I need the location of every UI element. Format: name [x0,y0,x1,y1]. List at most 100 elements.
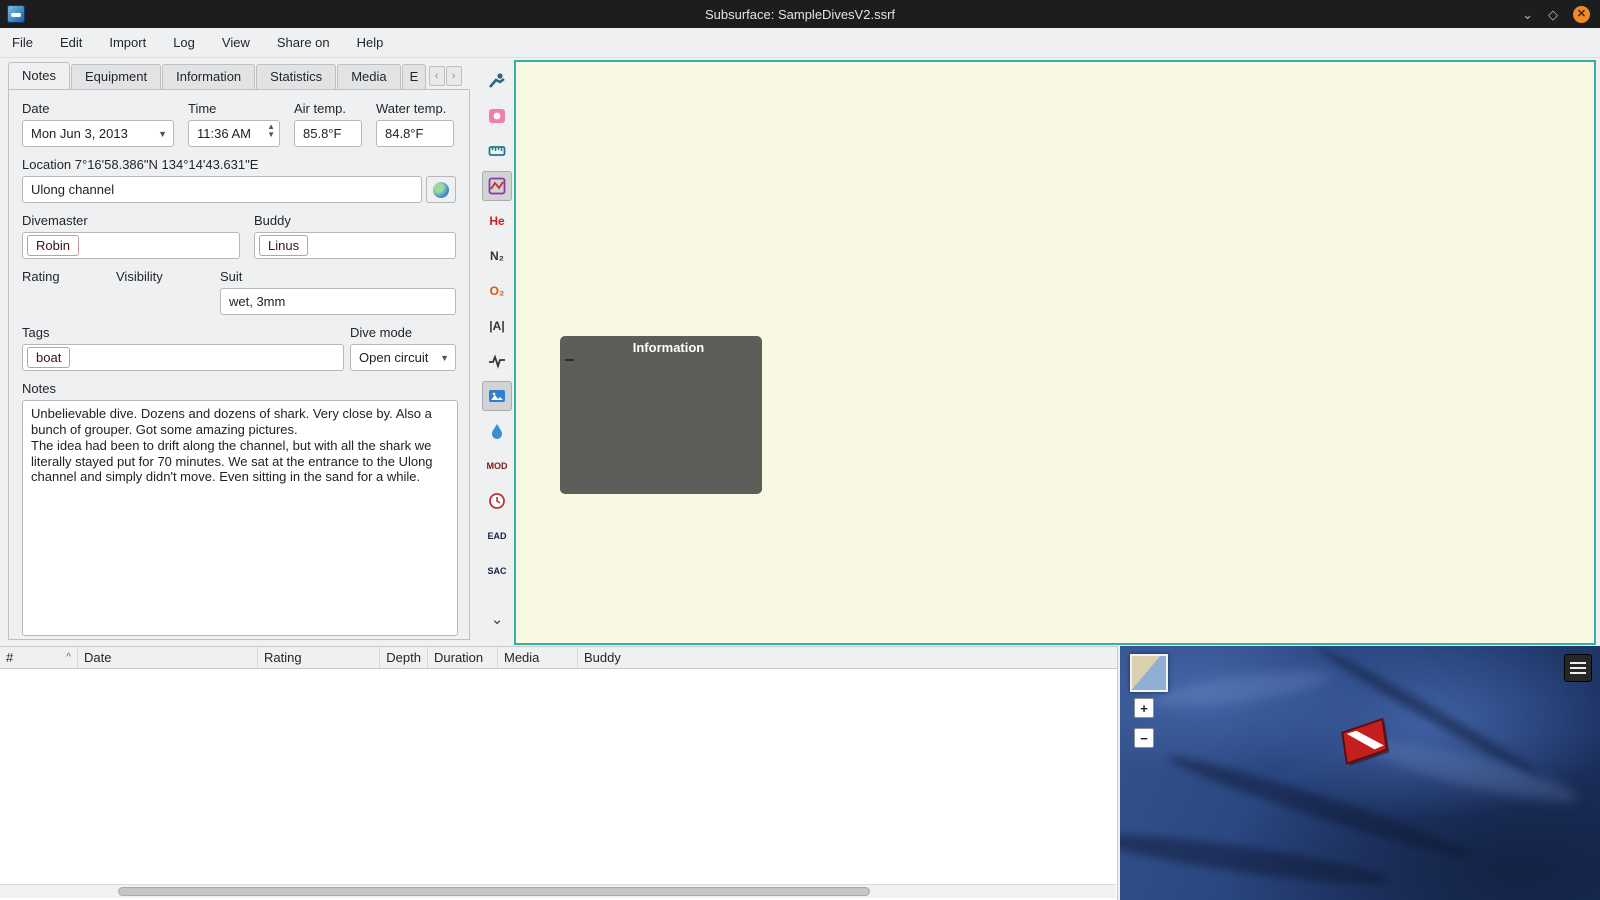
diver-icon[interactable] [482,66,512,96]
ead-icon[interactable]: EAD [482,521,512,551]
date-select[interactable]: Mon Jun 3, 2013 ▼ [22,120,174,147]
tooltip-title: Information [632,340,705,355]
dive-info-panel: Notes Equipment Information Statistics M… [8,62,470,640]
diamond-icon: ◇ [1548,6,1558,22]
menubar: File Edit Import Log View Share on Help [0,28,1600,58]
rating-label: Rating [22,269,60,284]
menu-log[interactable]: Log [173,35,195,50]
tab-notes[interactable]: Notes [8,62,70,89]
tank-bar-icon[interactable] [482,101,512,131]
close-button[interactable]: ✕ [1573,5,1590,23]
mod-icon[interactable]: MOD [482,451,512,481]
globe-button[interactable] [426,176,456,203]
tab-scroll-left[interactable]: ‹ [428,65,445,86]
tab-information[interactable]: Information [162,64,256,89]
horizontal-scrollbar[interactable] [0,884,1116,898]
nitrogen-graph-icon[interactable]: N₂ [482,241,512,271]
suit-field[interactable] [220,288,456,315]
scale-icon[interactable] [482,171,512,201]
tab-extra-partial[interactable]: E [401,64,426,89]
subsurface-logo-icon [7,5,25,23]
window-title: Subsurface: SampleDivesV2.ssrf [704,6,896,22]
tab-statistics[interactable]: Statistics [256,64,337,89]
tab-scroll-right[interactable]: › [445,65,462,86]
location-field[interactable] [22,176,422,203]
tags-label: Tags [22,325,50,340]
dive-site-flag-marker[interactable] [1338,717,1394,768]
sac-icon[interactable]: SAC [482,556,512,586]
time-spinner[interactable]: 11:36 AM ▲ ▼ [188,120,280,147]
dive-mode-value: Open circuit [359,350,429,365]
spin-down-icon[interactable]: ▼ [267,131,275,139]
menu-edit[interactable]: Edit [60,35,82,50]
oxygen-graph-icon[interactable]: O₂ [482,276,512,306]
divemaster-field[interactable]: Robin [22,232,240,259]
map-menu-button[interactable] [1564,654,1592,682]
hamburger-icon [1570,662,1586,664]
helium-graph-icon[interactable]: He [482,206,512,236]
dive-mode-select[interactable]: Open circuit ▼ [350,344,456,371]
location-label: Location 7°16'58.386"N 134°14'43.631"E [22,157,259,172]
zoom-out-button[interactable]: − [1134,728,1154,748]
sea-glint-texture [1149,663,1331,715]
menu-view[interactable]: View [222,35,250,50]
ceiling-icon[interactable] [482,416,512,446]
column-header-number[interactable]: # ^ [0,647,78,668]
globe-icon [433,181,449,198]
menu-help[interactable]: Help [357,35,384,50]
ambient-pressure-icon[interactable]: |A| [482,311,512,341]
divemaster-label: Divemaster [22,213,88,228]
notes-textarea[interactable]: Unbelievable dive. Dozens and dozens of … [22,400,458,636]
maximize-button[interactable]: ◇ [1548,8,1558,21]
column-header-buddy[interactable]: Buddy [578,647,1117,668]
column-header-date[interactable]: Date [78,647,258,668]
menu-import[interactable]: Import [109,35,146,50]
dive-list-header: # ^ Date Rating Depth Duration Media Bud… [0,647,1117,669]
chevron-down-icon: ⌄ [1522,6,1533,22]
water-temp-label: Water temp. [376,101,447,116]
column-header-depth[interactable]: Depth [380,647,428,668]
menu-share-on[interactable]: Share on [277,35,330,50]
close-icon: ✕ [1576,7,1587,20]
collapse-toolbar-icon[interactable]: ⌄ [482,604,512,634]
air-temp-field[interactable] [294,120,362,147]
sort-ascending-icon: ^ [66,652,71,663]
buddy-label: Buddy [254,213,291,228]
water-temp-field[interactable] [376,120,454,147]
column-header-duration[interactable]: Duration [428,647,498,668]
column-header-media[interactable]: Media [498,647,578,668]
buddy-field[interactable]: Linus [254,232,456,259]
ndl-tts-icon[interactable] [482,486,512,516]
menu-file[interactable]: File [12,35,33,50]
tab-media[interactable]: Media [337,64,401,89]
buddy-chip[interactable]: Linus [259,235,309,256]
chevron-down-icon: ▼ [440,352,449,363]
sea-trench-texture [1120,825,1391,893]
air-temp-label: Air temp. [294,101,347,116]
suit-label: Suit [220,269,243,284]
titlebar: Subsurface: SampleDivesV2.ssrf ⌄ ◇ ✕ [0,0,1600,28]
profile-info-tooltip: Information [560,336,762,494]
zoom-in-button[interactable]: + [1134,698,1154,718]
divemaster-chip[interactable]: Robin [27,235,79,256]
heart-rate-icon[interactable] [482,346,512,376]
tag-chip[interactable]: boat [27,347,71,368]
column-header-rating[interactable]: Rating [258,647,380,668]
dive-list-body [0,669,1076,882]
map-overview-thumbnail[interactable] [1130,654,1168,692]
dive-profile-panel[interactable]: Information [514,60,1596,645]
tags-field[interactable]: boat [22,344,344,371]
dive-list-panel: # ^ Date Rating Depth Duration Media Bud… [0,646,1118,900]
date-value: Mon Jun 3, 2013 [31,126,128,141]
photos-icon[interactable] [482,381,512,411]
dive-mode-label: Dive mode [350,325,413,340]
scrollbar-thumb[interactable] [118,887,870,896]
tab-equipment[interactable]: Equipment [70,64,162,89]
tabbar: Notes Equipment Information Statistics M… [8,62,470,89]
minimize-button[interactable]: ⌄ [1522,8,1533,21]
time-value: 11:36 AM [197,126,251,141]
tooltip-legend-strip [565,359,574,361]
notes-form: Date Mon Jun 3, 2013 ▼ Time 11:36 AM ▲ ▼ … [8,89,470,640]
map-panel[interactable]: + − [1120,646,1600,900]
ruler-icon[interactable] [482,136,512,166]
